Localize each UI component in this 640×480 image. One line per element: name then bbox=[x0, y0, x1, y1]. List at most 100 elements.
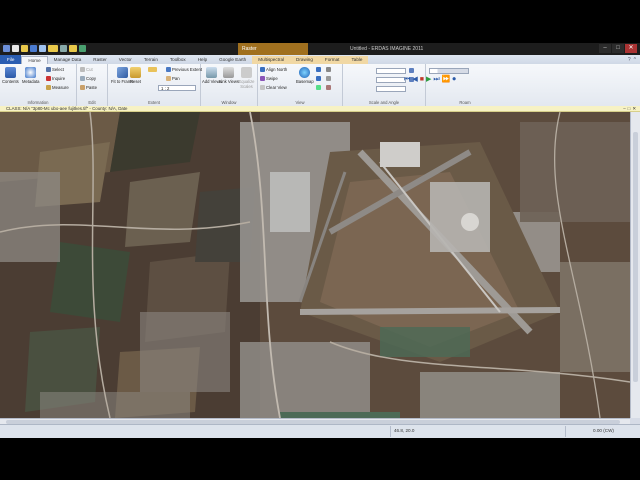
status-bar: 46.8, 20.0 0.00 (CW) bbox=[0, 424, 640, 438]
tab-raster[interactable]: Raster bbox=[87, 56, 113, 64]
group-label-information: Information bbox=[27, 100, 49, 105]
tab-multispectral[interactable]: Multispectral bbox=[252, 56, 291, 64]
play-icon[interactable]: ▶ bbox=[426, 76, 431, 84]
zoom-tool-button[interactable] bbox=[148, 67, 157, 72]
rotate-button[interactable] bbox=[316, 85, 321, 90]
next-icon[interactable]: ⏭ bbox=[433, 76, 439, 84]
quick-access-toolbar bbox=[3, 45, 86, 52]
scale-input[interactable] bbox=[376, 68, 406, 74]
scale-spin[interactable] bbox=[409, 68, 414, 73]
select-arrow-icon bbox=[46, 67, 51, 72]
group-scale-angle: Scale and Angle bbox=[343, 64, 426, 106]
zoom-out-button[interactable] bbox=[316, 76, 321, 81]
equalize-scales-icon bbox=[241, 67, 252, 78]
tools-icon[interactable] bbox=[69, 45, 77, 52]
collapse-ribbon-icon[interactable]: ^ bbox=[634, 57, 636, 63]
open-icon[interactable] bbox=[21, 45, 28, 52]
ribbon-right-controls: ? ^ bbox=[628, 55, 640, 64]
undo-icon[interactable] bbox=[39, 45, 46, 52]
tab-toolbox[interactable]: Toolbox bbox=[164, 56, 192, 64]
window-title: Untitled - ERDAS IMAGINE 2011 bbox=[350, 46, 424, 52]
globe-icon bbox=[299, 67, 311, 78]
tab-help[interactable]: Help bbox=[192, 56, 213, 64]
select-button[interactable]: Select bbox=[46, 67, 64, 72]
metadata-icon bbox=[25, 67, 37, 78]
app-icon[interactable] bbox=[3, 45, 10, 52]
copy-button[interactable]: Copy bbox=[80, 76, 96, 81]
group-roam: ⏮ ◀ ■ ▶ ⏭ ⏩ ⏺ Roam bbox=[404, 64, 504, 106]
record-icon[interactable]: ⏺ bbox=[452, 76, 456, 84]
scale-select[interactable]: 1 : 2 bbox=[158, 85, 196, 91]
minimize-button[interactable]: – bbox=[599, 44, 611, 53]
fit-frame-icon bbox=[116, 67, 128, 78]
ribbon-tabs: File Home Manage Data Raster Vector Terr… bbox=[0, 55, 640, 64]
metadata-button[interactable]: Metadata bbox=[22, 67, 39, 84]
tab-drawing[interactable]: Drawing bbox=[290, 56, 319, 64]
hand-icon bbox=[166, 76, 171, 81]
new-icon[interactable] bbox=[12, 45, 19, 52]
group-window: Add Views Link Views Equalize Scales Win… bbox=[201, 64, 258, 106]
previous-extent-button[interactable]: Previous Extent bbox=[166, 67, 202, 72]
satellite-image bbox=[0, 112, 630, 418]
reset-icon bbox=[130, 67, 141, 78]
title-bar: Raster Untitled - ERDAS IMAGINE 2011 – □… bbox=[0, 43, 640, 55]
roam-speed-slider[interactable] bbox=[429, 68, 469, 74]
maximize-button[interactable]: □ bbox=[612, 44, 624, 53]
pan-button[interactable]: Pan bbox=[166, 76, 180, 81]
inquire-icon bbox=[46, 76, 51, 81]
angle-input[interactable] bbox=[376, 77, 406, 83]
tab-vector[interactable]: Vector bbox=[113, 56, 138, 64]
clipboard-icon bbox=[80, 85, 85, 90]
vertical-scrollbar[interactable] bbox=[630, 112, 640, 418]
tab-terrain[interactable]: Terrain bbox=[138, 56, 164, 64]
tab-format[interactable]: Format bbox=[318, 56, 346, 64]
eraser-icon bbox=[260, 85, 265, 90]
status-rotation: 0.00 (CW) bbox=[593, 428, 614, 433]
align-north-button[interactable]: Align North bbox=[260, 67, 287, 72]
close-button[interactable]: ✕ bbox=[625, 44, 637, 53]
inquire-button[interactable]: Inquire bbox=[46, 76, 65, 81]
contents-button[interactable]: Contents bbox=[2, 67, 19, 84]
zoom-in-icon bbox=[148, 67, 157, 72]
swipe-button[interactable]: Swipe bbox=[260, 76, 278, 81]
group-label-extent: Extent bbox=[148, 100, 160, 105]
first-icon[interactable]: ⏮ bbox=[404, 76, 410, 84]
group-information: Contents Metadata Select Inquire Measure… bbox=[0, 64, 77, 106]
grid-icon bbox=[326, 67, 331, 72]
group-label-edit: Edit bbox=[88, 100, 96, 105]
erdas-imagine-window: Raster Untitled - ERDAS IMAGINE 2011 – □… bbox=[0, 43, 640, 438]
layer-icon[interactable] bbox=[48, 45, 58, 52]
basemap-button[interactable]: Basemap bbox=[296, 67, 314, 84]
reset-button[interactable]: Reset bbox=[130, 67, 141, 84]
view-option-button[interactable] bbox=[326, 67, 331, 72]
view-option-button-3[interactable] bbox=[326, 85, 331, 90]
stop-icon[interactable]: ■ bbox=[420, 76, 424, 84]
view-option-button-2[interactable] bbox=[326, 76, 331, 81]
rotation-input[interactable] bbox=[376, 86, 406, 92]
scissors-icon bbox=[80, 67, 85, 72]
spin-icon bbox=[409, 68, 414, 73]
equalize-scales-button[interactable]: Equalize Scales bbox=[236, 67, 257, 89]
status-divider bbox=[390, 426, 391, 437]
zoom-in-button[interactable] bbox=[316, 67, 321, 72]
tab-table[interactable]: Table bbox=[345, 56, 369, 64]
magnifier-plus-icon bbox=[316, 67, 321, 72]
context-tab-raster: Raster bbox=[238, 43, 308, 55]
group-label-roam: Roam bbox=[459, 100, 471, 105]
save-icon[interactable] bbox=[30, 45, 37, 52]
cut-button[interactable]: Cut bbox=[80, 67, 93, 72]
print-icon[interactable] bbox=[60, 45, 67, 52]
measure-button[interactable]: Measure bbox=[46, 85, 69, 90]
tab-file[interactable]: File bbox=[0, 55, 22, 64]
refresh-icon[interactable] bbox=[79, 45, 86, 52]
clear-view-button[interactable]: Clear View bbox=[260, 85, 287, 90]
tab-manage-data[interactable]: Manage Data bbox=[48, 56, 88, 64]
end-icon[interactable]: ⏩ bbox=[442, 76, 451, 84]
prev-icon[interactable]: ◀ bbox=[412, 76, 417, 84]
help-icon[interactable]: ? bbox=[628, 57, 631, 63]
tab-home[interactable]: Home bbox=[21, 56, 48, 64]
paste-button[interactable]: Paste bbox=[80, 85, 97, 90]
map-viewer[interactable] bbox=[0, 112, 630, 418]
tab-google-earth[interactable]: Google Earth bbox=[213, 56, 252, 64]
vertical-scroll-thumb[interactable] bbox=[633, 132, 638, 382]
